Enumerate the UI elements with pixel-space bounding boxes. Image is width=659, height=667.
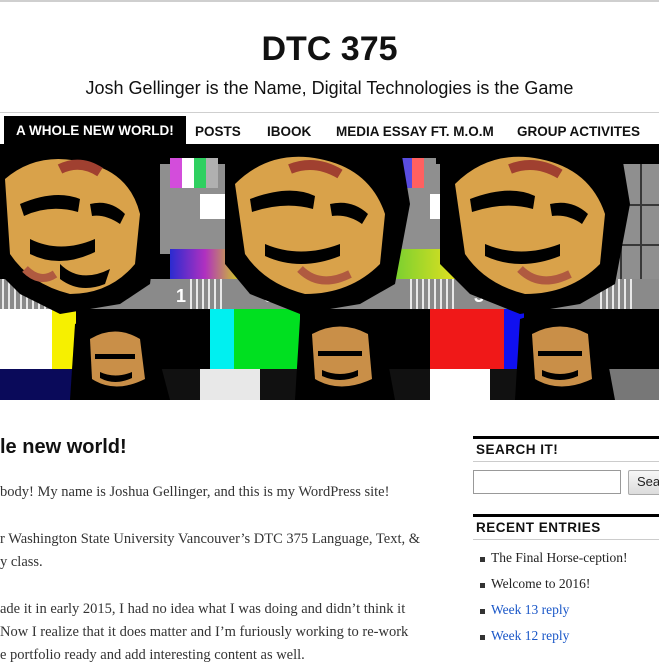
post-paragraph: ade it in early 2015, I had no idea what… (0, 601, 406, 617)
bullet-icon (480, 635, 485, 640)
nav-item-ibook[interactable]: IBOOK (267, 118, 311, 145)
nav-item-posts[interactable]: POSTS (195, 118, 241, 145)
banner-digit-1: 1 (176, 286, 186, 306)
recent-entry-link[interactable]: The Final Horse-ception! (491, 550, 627, 565)
post-paragraph: Now I realize that it does matter and I’… (0, 624, 409, 640)
list-item: Week 13 reply (480, 602, 627, 628)
top-border (0, 0, 659, 2)
header-banner-image: 1 5 3 (0, 144, 659, 400)
list-item: The Final Horse-ception! (480, 550, 627, 576)
main-navigation: A WHOLE NEW WORLD! POSTS IBOOK MEDIA ESS… (0, 112, 659, 145)
post-paragraph: y class. (0, 554, 43, 570)
face-large-1 (0, 144, 160, 314)
banner-art: 1 5 3 (0, 144, 659, 400)
post-paragraph: body! My name is Joshua Gellinger, and t… (0, 484, 390, 500)
search-button[interactable]: Search (628, 470, 659, 495)
list-item: Welcome to 2016! (480, 576, 627, 602)
nav-item-group-activites[interactable]: GROUP ACTIVITES (517, 118, 640, 145)
face-small-2 (295, 311, 395, 400)
nav-item-media-essay[interactable]: MEDIA ESSAY FT. M.O.M (336, 118, 494, 145)
bullet-icon (480, 557, 485, 562)
recent-entry-link[interactable]: Week 12 reply (491, 628, 569, 643)
recent-entry-link[interactable]: Welcome to 2016! (491, 576, 590, 591)
face-large-3 (440, 144, 630, 314)
search-widget-heading: SEARCH IT! (473, 436, 659, 462)
recent-entries-list: The Final Horse-ception! Welcome to 2016… (480, 550, 627, 654)
list-item: Week 12 reply (480, 628, 627, 654)
post-paragraph: e portfolio ready and add interesting co… (0, 647, 305, 663)
post-paragraph: r Washington State University Vancouver’… (0, 531, 420, 547)
bullet-icon (480, 609, 485, 614)
site-title[interactable]: DTC 375 (0, 30, 659, 69)
recent-entry-link[interactable]: Week 13 reply (491, 602, 569, 617)
site-description: Josh Gellinger is the Name, Digital Tech… (85, 78, 574, 98)
face-large-2 (225, 144, 410, 314)
search-input[interactable] (473, 470, 621, 494)
face-small-3 (515, 311, 615, 400)
post-title[interactable]: le new world! (0, 436, 127, 459)
nav-item-a-whole-new-world[interactable]: A WHOLE NEW WORLD! (4, 116, 186, 145)
bullet-icon (480, 583, 485, 588)
recent-entries-heading: RECENT ENTRIES (473, 514, 659, 540)
